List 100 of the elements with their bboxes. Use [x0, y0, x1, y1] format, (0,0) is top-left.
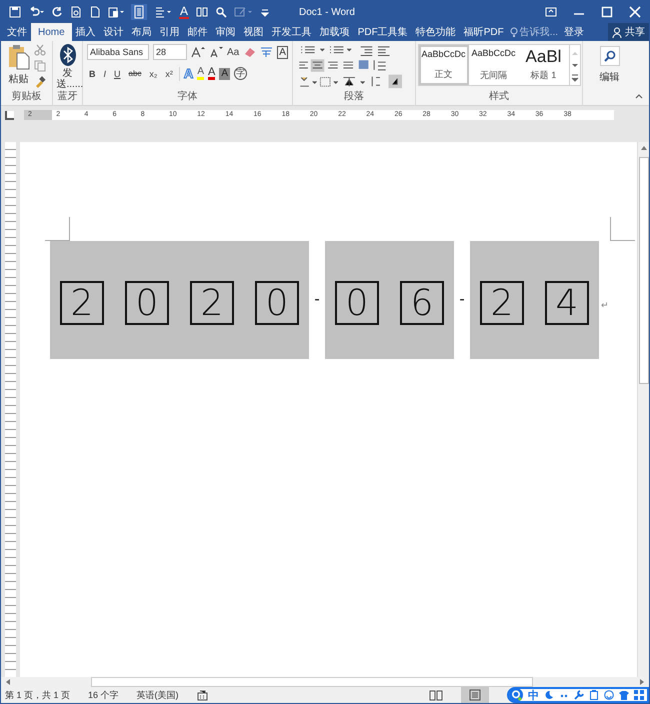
ribbon-tab[interactable]: 视图 — [240, 23, 268, 41]
clipboard-icon[interactable] — [589, 690, 599, 700]
character-border-button[interactable]: A — [277, 46, 288, 58]
sign-in-link[interactable]: 登录 — [560, 23, 588, 41]
smiley-icon[interactable] — [604, 690, 614, 700]
separator-text: - — [313, 291, 321, 309]
scroll-left-icon[interactable] — [5, 678, 11, 686]
format-button[interactable]: B — [87, 68, 98, 78]
ribbon-tab[interactable]: 福昕PDF — [460, 23, 508, 41]
paste-button[interactable]: 粘贴 — [8, 44, 30, 86]
copy-icon — [34, 60, 46, 72]
change-case-button[interactable]: Aa — [227, 46, 240, 58]
format-painter-icon[interactable] — [34, 76, 46, 88]
boxed-digit: 2 — [60, 281, 104, 325]
ribbon-tab[interactable]: 开发工具 — [268, 23, 316, 41]
search-icon[interactable] — [215, 6, 228, 18]
print-preview-icon[interactable] — [70, 6, 82, 18]
share-button[interactable]: 共享 — [608, 23, 649, 41]
boxed-digit: 2 — [480, 281, 524, 325]
search-icon — [600, 46, 620, 66]
font-color-button[interactable]: A — [179, 6, 190, 18]
font-name-dropdown[interactable]: Alibaba Sans — [87, 44, 149, 60]
grid-icon[interactable] — [634, 690, 644, 700]
ribbon-tab[interactable]: 邮件 — [184, 23, 212, 41]
boxed-digit: 0 — [335, 281, 379, 325]
format-button[interactable]: I — [102, 68, 108, 78]
paragraph-mark: ↵ — [601, 300, 609, 310]
separator-text: - — [458, 291, 466, 309]
lightbulb-icon — [510, 26, 518, 38]
undo-icon[interactable] — [28, 6, 44, 18]
moon-icon[interactable] — [544, 690, 554, 700]
ime-toolbar[interactable]: 中 — [507, 687, 649, 703]
word-count-text[interactable]: 16 个字 — [88, 688, 119, 702]
enclose-characters-button[interactable]: 字 — [234, 67, 247, 80]
character-shading-button[interactable]: A — [219, 68, 230, 80]
ribbon-tab[interactable]: 特色功能 — [412, 23, 460, 41]
group-label: 剪贴板 — [12, 91, 42, 104]
ribbon-tab[interactable]: Home — [31, 23, 72, 41]
phonetic-guide-icon[interactable] — [260, 46, 274, 58]
format-button[interactable]: U — [112, 68, 123, 78]
eraser-icon[interactable] — [243, 46, 256, 58]
ribbon-display-icon[interactable] — [545, 6, 557, 18]
ime-logo-icon[interactable] — [509, 688, 523, 702]
columns-icon[interactable] — [196, 6, 208, 18]
cut-icon — [34, 44, 46, 56]
language-text[interactable]: 英语(美国) — [136, 688, 179, 702]
redo-icon[interactable] — [51, 6, 63, 18]
scroll-up-icon[interactable] — [640, 145, 648, 151]
grow-font-icon[interactable] — [191, 46, 205, 58]
boxed-digit: 2 — [190, 281, 234, 325]
ribbon-tab[interactable]: PDF工具集 — [354, 23, 412, 41]
format-button[interactable]: abc — [126, 69, 144, 78]
ribbon-tab[interactable]: 加载项 — [316, 23, 354, 41]
tell-me-field[interactable]: 告诉我... — [508, 23, 560, 41]
ribbon-tab[interactable]: 设计 — [100, 23, 128, 41]
style-option[interactable]: AaBbCcDc 正文 — [418, 45, 468, 85]
vertical-scrollbar[interactable] — [637, 142, 649, 677]
input-mode-text[interactable]: 中 — [528, 688, 539, 702]
collapse-ribbon-icon[interactable] — [635, 93, 643, 99]
crop-mark-icon — [45, 217, 70, 241]
close-icon[interactable] — [629, 6, 641, 18]
person-icon — [612, 26, 623, 38]
shirt-icon[interactable] — [619, 690, 629, 700]
group-label: 蓝牙 — [58, 91, 78, 104]
window-title: Doc1 - Word — [299, 6, 356, 18]
tab-selector-icon[interactable] — [5, 110, 14, 120]
draw-icon — [234, 6, 254, 18]
ribbon-tab[interactable]: 插入 — [72, 23, 100, 41]
highlight-button[interactable]: A — [197, 67, 204, 80]
boxed-digit: 4 — [545, 281, 589, 325]
editing-button[interactable]: 编辑 — [594, 45, 626, 85]
save-icon[interactable] — [9, 6, 21, 18]
print-layout-button[interactable] — [461, 687, 489, 703]
crop-mark-icon — [610, 217, 635, 241]
font-size-dropdown[interactable]: 28 — [153, 44, 187, 60]
boxed-digit: 0 — [255, 281, 299, 325]
shrink-font-icon[interactable] — [209, 46, 223, 58]
horizontal-scrollbar[interactable] — [1, 677, 649, 687]
ribbon-tab[interactable]: 布局 — [128, 23, 156, 41]
read-mode-icon[interactable] — [429, 689, 443, 701]
font-color-button[interactable]: A — [208, 67, 216, 80]
group-label: 字体 — [178, 91, 198, 104]
paste-icon[interactable] — [108, 6, 124, 18]
ribbon-tab[interactable]: 审阅 — [212, 23, 240, 41]
boxed-digit: 6 — [400, 281, 444, 325]
clipboard-icon — [8, 44, 30, 70]
document-view-icon[interactable] — [131, 4, 147, 20]
ribbon-tab[interactable]: 引用 — [156, 23, 184, 41]
format-button[interactable]: x² — [163, 68, 175, 78]
ribbon-tab[interactable]: 文件 — [3, 23, 31, 41]
new-document-icon[interactable] — [89, 6, 101, 18]
format-button[interactable]: x₂ — [147, 68, 160, 78]
indent-icon[interactable] — [154, 6, 172, 18]
maximize-icon[interactable] — [601, 6, 613, 18]
bluetooth-icon — [60, 44, 76, 66]
wrench-icon[interactable] — [574, 690, 584, 700]
group-label: 样式 — [489, 91, 509, 104]
macro-icon[interactable] — [196, 690, 209, 700]
page-count-text[interactable]: 第 1 页，共 1 页 — [5, 688, 70, 702]
scroll-right-icon[interactable] — [639, 678, 645, 686]
